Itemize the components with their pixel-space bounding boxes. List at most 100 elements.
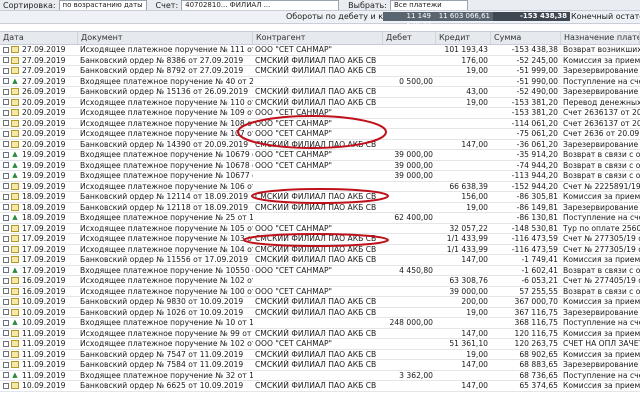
row-debit — [383, 108, 436, 118]
row-checkbox[interactable] — [3, 267, 9, 273]
col-amount[interactable]: Сумма — [491, 32, 561, 44]
row-checkbox[interactable] — [3, 309, 9, 315]
table-row[interactable]: 10.09.2019 Банковский ордер № 9830 от 10.… — [0, 297, 640, 308]
row-date: 11.09.2019 — [22, 328, 66, 338]
table-row[interactable]: 17.09.2019 Исходящее платежное поручение … — [0, 244, 640, 255]
table-row[interactable]: 20.09.2019 Банковский ордер № 14390 от 20… — [0, 140, 640, 150]
row-date: 17.09.2019 — [22, 234, 66, 243]
table-row[interactable]: ▲ 19.09.2019 Входящее платежное поручение … — [0, 150, 640, 161]
table-row[interactable]: 17.09.2019 Исходящее платежное поручение … — [0, 234, 640, 245]
row-document: Банковский ордер № 12114 от 18.09.2019 — [80, 192, 249, 201]
row-checkbox[interactable] — [3, 193, 9, 200]
col-date[interactable]: Дата — [0, 32, 78, 44]
row-credit: 19,00 — [466, 307, 488, 317]
row-document: Исходящее платежное поручение № 102 от 1… — [80, 276, 253, 285]
row-checkbox[interactable] — [3, 319, 9, 326]
row-checkbox[interactable] — [3, 57, 9, 63]
debit-total: 11 149 670,73 — [383, 12, 434, 29]
row-checkbox[interactable] — [3, 151, 9, 158]
row-checkbox[interactable] — [3, 78, 9, 84]
grid-rows: 27.09.2019 Исходящее платежное поручение … — [0, 45, 640, 392]
row-checkbox[interactable] — [3, 183, 9, 189]
row-credit — [436, 171, 491, 181]
row-debit — [383, 287, 436, 297]
row-checkbox[interactable] — [3, 67, 9, 74]
table-row[interactable]: 18.09.2019 Банковский ордер № 12114 от 18… — [0, 192, 640, 203]
table-row[interactable]: 11.09.2019 Банковский ордер № 7584 от 11.… — [0, 360, 640, 371]
row-amount: 367 116,75 — [514, 307, 558, 317]
col-counterparty[interactable]: Контрагент — [253, 32, 383, 44]
row-checkbox[interactable] — [3, 204, 9, 210]
row-checkbox[interactable] — [3, 162, 9, 168]
sort-combo[interactable]: по возрастанию даты — [58, 0, 147, 10]
table-row[interactable]: 27.09.2019 Исходящее платежное поручение … — [0, 45, 640, 56]
row-checkbox[interactable] — [3, 256, 9, 263]
table-row[interactable]: ▲ 10.09.2019 Входящее платежное поручение … — [0, 318, 640, 329]
table-row[interactable]: 20.09.2019 Исходящее платежное поручение … — [0, 97, 640, 108]
table-row[interactable]: 26.09.2019 Банковский ордер № 15136 от 26… — [0, 87, 640, 98]
row-document: Исходящее платежное поручение № 104 от 1… — [80, 244, 253, 254]
incoming-payment-icon: ▲ — [12, 160, 18, 169]
col-purpose[interactable]: Назначение платежа — [561, 32, 640, 44]
col-credit[interactable]: Кредит — [436, 32, 491, 44]
row-checkbox[interactable] — [3, 288, 9, 294]
col-debit[interactable]: Дебет — [383, 32, 436, 44]
row-checkbox[interactable] — [3, 99, 9, 105]
row-checkbox[interactable] — [3, 130, 9, 137]
table-row[interactable]: ▲ 17.09.2019 Входящее платежное поручение … — [0, 265, 640, 276]
row-checkbox[interactable] — [3, 172, 9, 179]
row-date: 17.09.2019 — [22, 265, 66, 275]
row-checkbox[interactable] — [3, 88, 9, 95]
statement-grid: Дата Документ Контрагент Дебет Кредит Су… — [0, 24, 640, 418]
table-row[interactable]: ▲ 11.09.2019 Входящее платежное поручение … — [0, 370, 640, 381]
row-checkbox[interactable] — [3, 214, 9, 221]
table-row[interactable]: 20.09.2019 Исходящее платежное поручение … — [0, 119, 640, 129]
incoming-payment-icon: ▲ — [12, 171, 18, 179]
row-checkbox[interactable] — [3, 46, 9, 53]
table-row[interactable]: 20.09.2019 Исходящее платежное поручение … — [0, 108, 640, 119]
row-amount: -75 061,20 — [516, 129, 558, 138]
table-row[interactable]: 27.09.2019 Банковский ордер № 8386 от 27.… — [0, 56, 640, 66]
row-checkbox[interactable] — [3, 298, 9, 305]
row-date: 11.09.2019 — [22, 339, 66, 348]
row-amount: 68 736,65 — [519, 370, 558, 380]
row-checkbox[interactable] — [3, 141, 9, 147]
table-row[interactable]: ▲ 18.09.2019 Входящее платежное поручение … — [0, 213, 640, 224]
row-checkbox[interactable] — [3, 361, 9, 368]
table-row[interactable]: 16.09.2019 Исходящее платежное поручение … — [0, 276, 640, 287]
table-row[interactable]: 10.09.2019 Банковский ордер № 1026 от 10.… — [0, 307, 640, 318]
table-row[interactable]: 18.09.2019 Банковский ордер № 12118 от 18… — [0, 203, 640, 213]
table-row[interactable]: ▲ 19.09.2019 Входящее платежное поручение … — [0, 171, 640, 182]
row-counterparty: СМСКИЙ ФИЛИАЛ ПАО АКБ СВ — [255, 97, 377, 107]
table-row[interactable]: 17.09.2019 Исходящее платежное поручение … — [0, 224, 640, 234]
select-combo[interactable]: Все платежи — [389, 0, 468, 10]
col-document[interactable]: Документ — [78, 32, 253, 44]
table-row[interactable]: 11.09.2019 Исходящее платежное поручение … — [0, 328, 640, 339]
table-row[interactable]: 11.09.2019 Исходящее платежное поручение … — [0, 339, 640, 350]
row-checkbox[interactable] — [3, 235, 9, 242]
row-amount: -116 473,59 — [511, 244, 558, 254]
account-combo[interactable]: 40702810... ФИЛИАЛ ... — [181, 0, 340, 10]
row-debit — [383, 329, 436, 339]
row-checkbox[interactable] — [3, 246, 9, 252]
row-checkbox[interactable] — [3, 340, 9, 347]
table-row[interactable]: 19.09.2019 Исходящее платежное поручение … — [0, 182, 640, 192]
table-row[interactable]: 20.09.2019 Исходящее платежное поручение … — [0, 129, 640, 140]
row-checkbox[interactable] — [3, 277, 9, 284]
row-checkbox[interactable] — [3, 225, 9, 231]
row-checkbox[interactable] — [3, 120, 9, 126]
table-row[interactable]: 16.09.2019 Исходящее платежное поручение … — [0, 287, 640, 297]
table-row[interactable]: ▲ 27.09.2019 Входящее платежное поручение … — [0, 77, 640, 87]
table-row[interactable]: ▲ 19.09.2019 Входящее платежное поручение … — [0, 160, 640, 171]
row-checkbox[interactable] — [3, 109, 9, 116]
row-checkbox[interactable] — [3, 351, 9, 357]
row-credit — [436, 129, 491, 139]
row-credit — [436, 119, 491, 129]
table-row[interactable]: 17.09.2019 Банковский ордер № 11556 от 17… — [0, 255, 640, 266]
table-row[interactable]: 11.09.2019 Банковский ордер № 7547 от 11.… — [0, 350, 640, 360]
table-row[interactable]: 27.09.2019 Банковский ордер № 8792 от 27.… — [0, 66, 640, 77]
row-checkbox[interactable] — [3, 372, 9, 378]
row-checkbox[interactable] — [3, 330, 9, 336]
table-row[interactable]: 10.09.2019 Банковский ордер № 6625 от 10.… — [0, 381, 640, 392]
row-checkbox[interactable] — [3, 382, 9, 389]
